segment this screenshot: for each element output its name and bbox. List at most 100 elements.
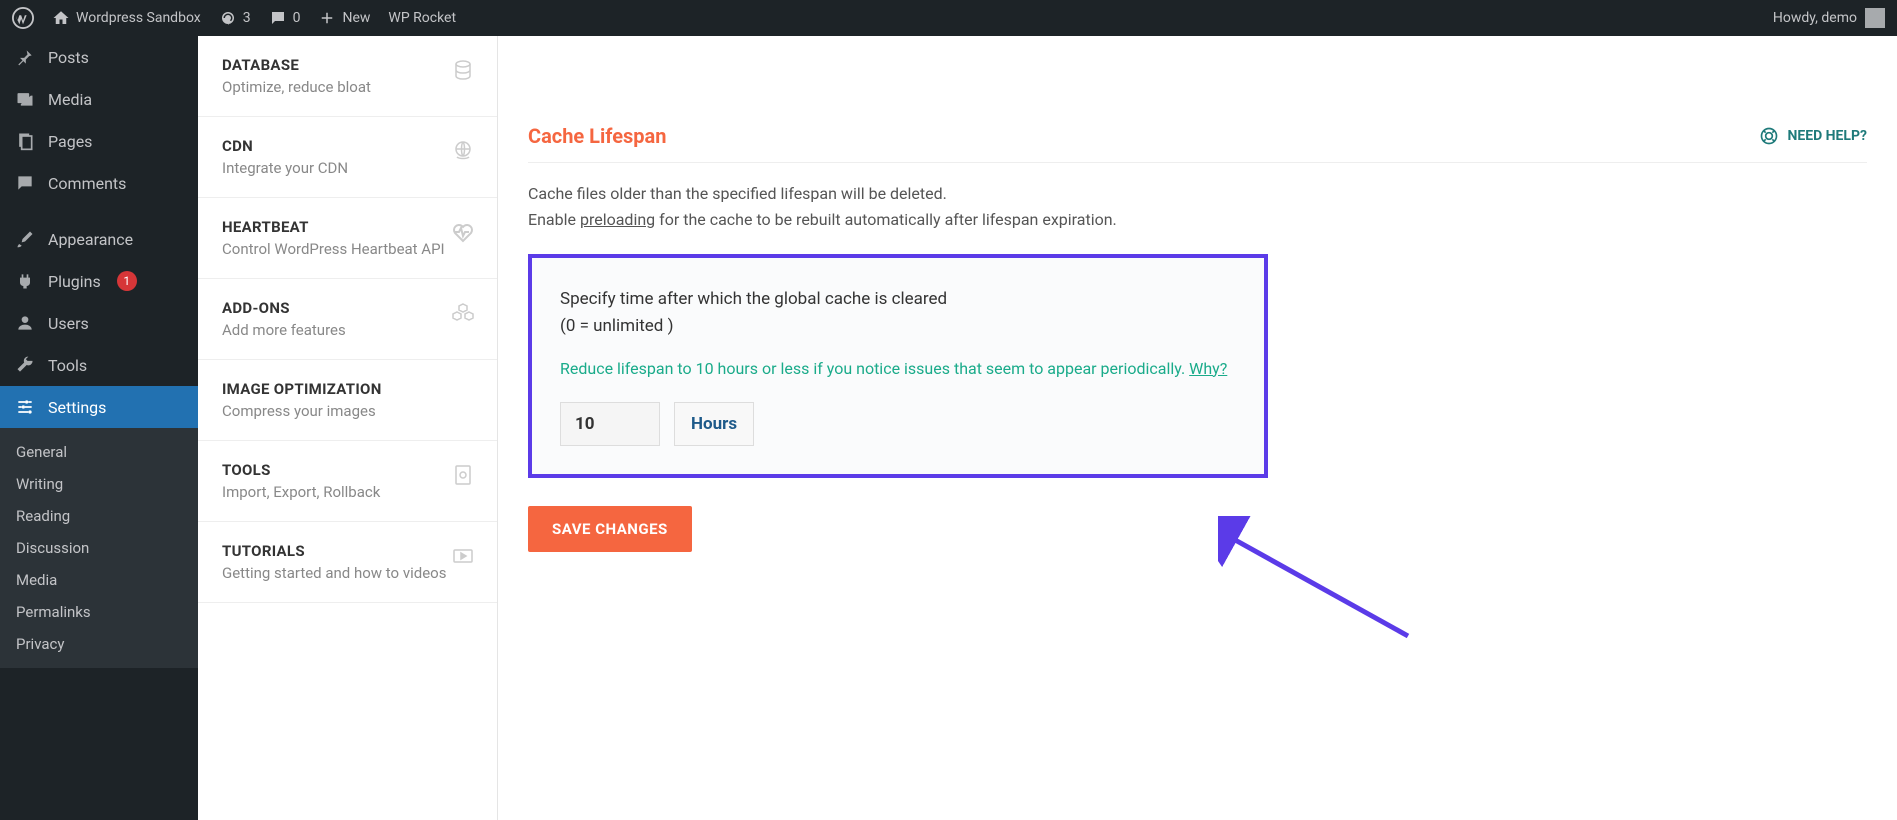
menu-label: Posts xyxy=(48,48,89,67)
menu-label: Appearance xyxy=(48,230,133,249)
section-title: Cache Lifespan xyxy=(528,124,666,148)
nav-item-tools[interactable]: TOOLS Import, Export, Rollback xyxy=(198,441,497,522)
wprocket-link[interactable]: WP Rocket xyxy=(388,10,456,26)
menu-label: Tools xyxy=(48,356,87,375)
menu-label: Settings xyxy=(48,398,106,417)
preloading-link[interactable]: preloading xyxy=(580,210,655,229)
nav-desc: Compress your images xyxy=(222,402,473,420)
nav-desc: Import, Export, Rollback xyxy=(222,483,473,501)
nav-desc: Optimize, reduce bloat xyxy=(222,78,473,96)
lifering-icon xyxy=(1759,126,1779,146)
nav-desc: Control WordPress Heartbeat API xyxy=(222,240,473,258)
lifespan-input-row: Hours xyxy=(560,402,1236,446)
site-home-link[interactable]: Wordpress Sandbox xyxy=(52,9,201,27)
nav-desc: Add more features xyxy=(222,321,473,339)
desc-line-1: Cache files older than the specified lif… xyxy=(528,181,1867,207)
menu-label: Pages xyxy=(48,132,92,151)
globe-icon xyxy=(451,139,475,163)
plugin-update-badge: 1 xyxy=(117,271,137,291)
submenu-media[interactable]: Media xyxy=(0,564,198,596)
sidebar-item-users[interactable]: Users xyxy=(0,302,198,344)
sidebar-item-tools[interactable]: Tools xyxy=(0,344,198,386)
nav-item-tutorials[interactable]: TUTORIALS Getting started and how to vid… xyxy=(198,522,497,603)
plug-icon xyxy=(14,270,36,292)
refresh-icon xyxy=(219,9,237,27)
submenu-writing[interactable]: Writing xyxy=(0,468,198,500)
annotation-arrow xyxy=(1218,516,1438,656)
settings-submenu: General Writing Reading Discussion Media… xyxy=(0,428,198,668)
nav-title: ADD-ONS xyxy=(222,299,473,317)
menu-label: Media xyxy=(48,90,92,109)
media-icon xyxy=(14,88,36,110)
sidebar-item-settings[interactable]: Settings xyxy=(0,386,198,428)
nav-desc: Integrate your CDN xyxy=(222,159,473,177)
pin-icon xyxy=(14,46,36,68)
admin-bar-left: Wordpress Sandbox 3 0 New WP Rocket xyxy=(12,7,456,29)
video-icon xyxy=(451,544,475,568)
user-icon xyxy=(14,312,36,334)
sidebar-item-appearance[interactable]: Appearance xyxy=(0,218,198,260)
comments-link[interactable]: 0 xyxy=(269,9,301,27)
sidebar-item-pages[interactable]: Pages xyxy=(0,120,198,162)
sidebar-item-posts[interactable]: Posts xyxy=(0,36,198,78)
comment-icon xyxy=(269,9,287,27)
new-content-link[interactable]: New xyxy=(318,9,370,27)
cubes-icon xyxy=(451,301,475,325)
nav-item-database[interactable]: DATABASE Optimize, reduce bloat xyxy=(198,36,497,117)
nav-item-cdn[interactable]: CDN Integrate your CDN xyxy=(198,117,497,198)
cache-lifespan-header: Cache Lifespan NEED HELP? xyxy=(528,124,1867,163)
heartbeat-icon xyxy=(451,220,475,244)
plus-icon xyxy=(318,9,336,27)
submenu-general[interactable]: General xyxy=(0,436,198,468)
brush-icon xyxy=(14,228,36,250)
submenu-permalinks[interactable]: Permalinks xyxy=(0,596,198,628)
home-icon xyxy=(52,9,70,27)
database-icon xyxy=(451,58,475,82)
wordpress-logo-icon[interactable] xyxy=(12,7,34,29)
help-label: NEED HELP? xyxy=(1787,128,1867,144)
wp-admin-sidebar: Posts Media Pages Comments Appearance Pl… xyxy=(0,36,198,820)
wrench-icon xyxy=(14,354,36,376)
avatar xyxy=(1865,8,1885,28)
section-description: Cache files older than the specified lif… xyxy=(528,181,1867,232)
nav-title: CDN xyxy=(222,137,473,155)
nav-title: TOOLS xyxy=(222,461,473,479)
gear-file-icon xyxy=(451,463,475,487)
lifespan-value-input[interactable] xyxy=(560,402,660,446)
pages-icon xyxy=(14,130,36,152)
sidebar-item-media[interactable]: Media xyxy=(0,78,198,120)
admin-bar: Wordpress Sandbox 3 0 New WP Rocket Howd… xyxy=(0,0,1897,36)
main-content: Cache Lifespan NEED HELP? Cache files ol… xyxy=(498,36,1897,820)
save-changes-button[interactable]: SAVE CHANGES xyxy=(528,506,692,552)
nav-item-heartbeat[interactable]: HEARTBEAT Control WordPress Heartbeat AP… xyxy=(198,198,497,279)
desc-line-2: Enable preloading for the cache to be re… xyxy=(528,207,1867,233)
menu-label: Plugins xyxy=(48,272,101,291)
new-label: New xyxy=(342,10,370,26)
lifespan-unit-select[interactable]: Hours xyxy=(674,402,754,446)
nav-desc: Getting started and how to videos xyxy=(222,564,473,582)
sliders-icon xyxy=(14,396,36,418)
update-count: 3 xyxy=(243,10,251,26)
nav-title: TUTORIALS xyxy=(222,542,473,560)
submenu-privacy[interactable]: Privacy xyxy=(0,628,198,660)
box-label: Specify time after which the global cach… xyxy=(560,286,1236,340)
sidebar-item-plugins[interactable]: Plugins 1 xyxy=(0,260,198,302)
wprocket-settings-nav: DATABASE Optimize, reduce bloat CDN Inte… xyxy=(198,36,498,820)
nav-item-addons[interactable]: ADD-ONS Add more features xyxy=(198,279,497,360)
howdy-text: Howdy, demo xyxy=(1773,10,1857,26)
box-hint: Reduce lifespan to 10 hours or less if y… xyxy=(560,359,1236,378)
nav-title: IMAGE OPTIMIZATION xyxy=(222,380,473,398)
need-help-link[interactable]: NEED HELP? xyxy=(1759,126,1867,146)
comment-icon xyxy=(14,172,36,194)
nav-item-image-optimization[interactable]: IMAGE OPTIMIZATION Compress your images xyxy=(198,360,497,441)
submenu-discussion[interactable]: Discussion xyxy=(0,532,198,564)
admin-bar-account[interactable]: Howdy, demo xyxy=(1773,8,1885,28)
site-name: Wordpress Sandbox xyxy=(76,10,201,26)
comment-count: 0 xyxy=(293,10,301,26)
menu-label: Users xyxy=(48,314,89,333)
why-link[interactable]: Why? xyxy=(1189,359,1227,378)
nav-title: DATABASE xyxy=(222,56,473,74)
submenu-reading[interactable]: Reading xyxy=(0,500,198,532)
sidebar-item-comments[interactable]: Comments xyxy=(0,162,198,204)
updates-link[interactable]: 3 xyxy=(219,9,251,27)
